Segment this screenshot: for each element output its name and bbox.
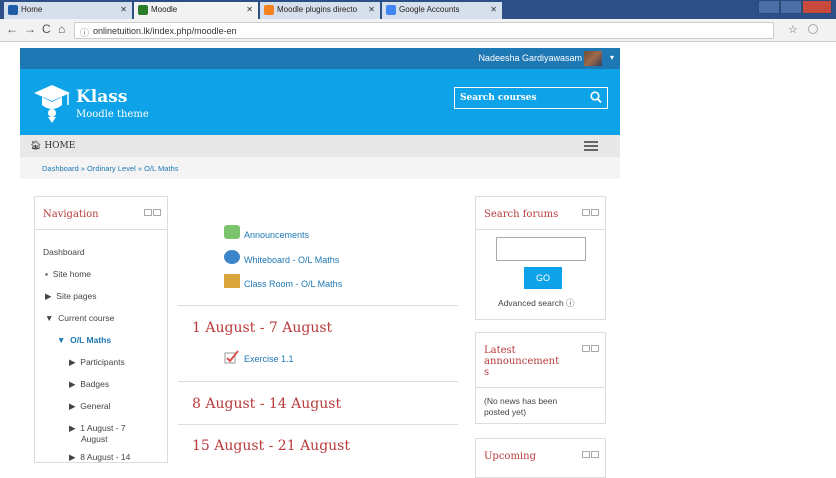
section-divider xyxy=(178,305,458,306)
section-divider xyxy=(178,424,458,425)
menu-icon[interactable] xyxy=(584,141,598,151)
divider xyxy=(476,387,605,388)
nav-current-course[interactable]: ▼ Current course xyxy=(45,313,114,323)
search-courses-input[interactable]: Search courses xyxy=(454,87,608,109)
tab-google-accounts[interactable]: Google Accounts ✕ xyxy=(382,2,502,19)
activity-announcements[interactable]: Announcements xyxy=(244,230,309,240)
site-header: Klass Moodle theme Search courses xyxy=(20,69,620,135)
block-controls[interactable] xyxy=(144,209,161,216)
home-icon: 🏠︎ xyxy=(30,141,42,151)
site-brand[interactable]: Klass xyxy=(76,87,127,107)
home-favicon-icon xyxy=(8,5,18,15)
username[interactable]: Nadeesha Gardiyawasam xyxy=(478,53,582,63)
browser-toolbar: ← → C ⌂ ⓘ onlinetuition.lk/index.php/moo… xyxy=(0,19,836,42)
google-favicon-icon xyxy=(386,5,396,15)
nav-week-1[interactable]: ▶ 1 August - 7 xyxy=(69,423,126,434)
latest-announcements-block: Latest announcement s (No news has been … xyxy=(475,332,606,424)
moodle-favicon-icon xyxy=(138,5,148,15)
search-forums-block: Search forums GO Advanced search ⓘ xyxy=(475,196,606,320)
section-title[interactable]: 1 August - 7 August xyxy=(192,320,332,336)
close-tab-icon[interactable]: ✕ xyxy=(246,5,253,14)
search-icon[interactable] xyxy=(590,91,602,104)
activity-whiteboard[interactable]: Whiteboard - O/L Maths xyxy=(244,255,339,265)
latest-announcements-title: Latest announcement s xyxy=(484,345,560,378)
close-window-button[interactable] xyxy=(802,0,832,14)
browser-tabstrip: Home ✕ Moodle ✕ Moodle plugins directo ✕… xyxy=(0,0,836,19)
window-controls xyxy=(758,0,832,14)
block-controls[interactable] xyxy=(582,345,599,352)
moodle-page: Nadeesha Gardiyawasam ▾ Klass Moodle the… xyxy=(20,48,620,478)
activity-exercise[interactable]: Exercise 1.1 xyxy=(244,354,294,364)
navigation-block: Navigation Dashboard ▪ Site home ▶ Site … xyxy=(34,196,168,463)
address-bar[interactable]: ⓘ onlinetuition.lk/index.php/moodle-en xyxy=(74,22,774,39)
minimize-button[interactable] xyxy=(758,0,780,14)
site-tagline: Moodle theme xyxy=(76,109,149,120)
plugins-favicon-icon xyxy=(264,5,274,15)
activity-classroom[interactable]: Class Room - O/L Maths xyxy=(244,279,342,289)
nav-site-home[interactable]: ▪ Site home xyxy=(45,269,91,279)
breadcrumb-bar: Dashboard » Ordinary Level » O/L Maths xyxy=(20,157,620,179)
maximize-button[interactable] xyxy=(780,0,802,14)
breadcrumb[interactable]: Dashboard » Ordinary Level » O/L Maths xyxy=(42,164,178,173)
divider xyxy=(476,229,605,230)
search-forums-title: Search forums xyxy=(484,209,559,220)
tab-moodle[interactable]: Moodle ✕ xyxy=(134,2,258,19)
graduation-cap-icon[interactable] xyxy=(34,83,70,123)
search-forums-input[interactable] xyxy=(496,237,586,261)
upcoming-events-block: Upcoming xyxy=(475,438,606,478)
advanced-search-link[interactable]: Advanced search ⓘ xyxy=(498,297,575,309)
info-icon: ⓘ xyxy=(80,28,90,38)
user-menu-caret-icon[interactable]: ▾ xyxy=(610,53,614,62)
no-news-text: (No news has been posted yet) xyxy=(484,396,558,417)
tab-home[interactable]: Home ✕ xyxy=(4,2,132,19)
main-navbar: 🏠︎ HOME xyxy=(20,135,620,157)
forum-icon xyxy=(224,225,240,239)
nav-ol-maths[interactable]: ▼ O/L Maths xyxy=(57,335,111,345)
nav-badges[interactable]: ▶ Badges xyxy=(69,379,109,390)
home-icon[interactable]: ⌂ xyxy=(58,22,65,36)
section-divider xyxy=(178,381,458,382)
block-controls[interactable] xyxy=(582,451,599,458)
nav-dashboard[interactable]: Dashboard xyxy=(43,247,85,257)
close-tab-icon[interactable]: ✕ xyxy=(368,5,375,14)
close-tab-icon[interactable]: ✕ xyxy=(490,5,497,14)
back-arrow-icon[interactable]: ← xyxy=(6,22,18,36)
nav-week-2[interactable]: ▶ 8 August - 14 xyxy=(69,452,130,463)
close-tab-icon[interactable]: ✕ xyxy=(120,5,127,14)
upcoming-title: Upcoming xyxy=(484,451,536,462)
nav-week-1-cont[interactable]: August xyxy=(81,434,107,444)
user-bar: Nadeesha Gardiyawasam ▾ xyxy=(20,48,620,69)
bookmark-star-icon[interactable]: ☆ xyxy=(788,23,798,36)
block-controls[interactable] xyxy=(582,209,599,216)
nav-site-pages[interactable]: ▶ Site pages xyxy=(45,291,96,302)
divider xyxy=(35,229,167,230)
section-title[interactable]: 15 August - 21 August xyxy=(192,438,350,454)
tab-moodle-plugins[interactable]: Moodle plugins directo ✕ xyxy=(260,2,380,19)
section-title[interactable]: 8 August - 14 August xyxy=(192,396,341,412)
nav-general[interactable]: ▶ General xyxy=(69,401,111,412)
nav-participants[interactable]: ▶ Participants xyxy=(69,357,125,368)
reload-icon[interactable]: C xyxy=(42,22,51,36)
navigation-title: Navigation xyxy=(43,209,99,220)
extension-icon[interactable] xyxy=(808,24,818,34)
go-button[interactable]: GO xyxy=(524,267,562,289)
forward-arrow-icon[interactable]: → xyxy=(24,22,36,36)
avatar[interactable] xyxy=(584,51,602,66)
classroom-icon xyxy=(224,274,240,288)
checkbox-checked-icon xyxy=(224,350,239,364)
whiteboard-icon xyxy=(224,250,240,264)
home-link[interactable]: 🏠︎ HOME xyxy=(30,141,75,151)
